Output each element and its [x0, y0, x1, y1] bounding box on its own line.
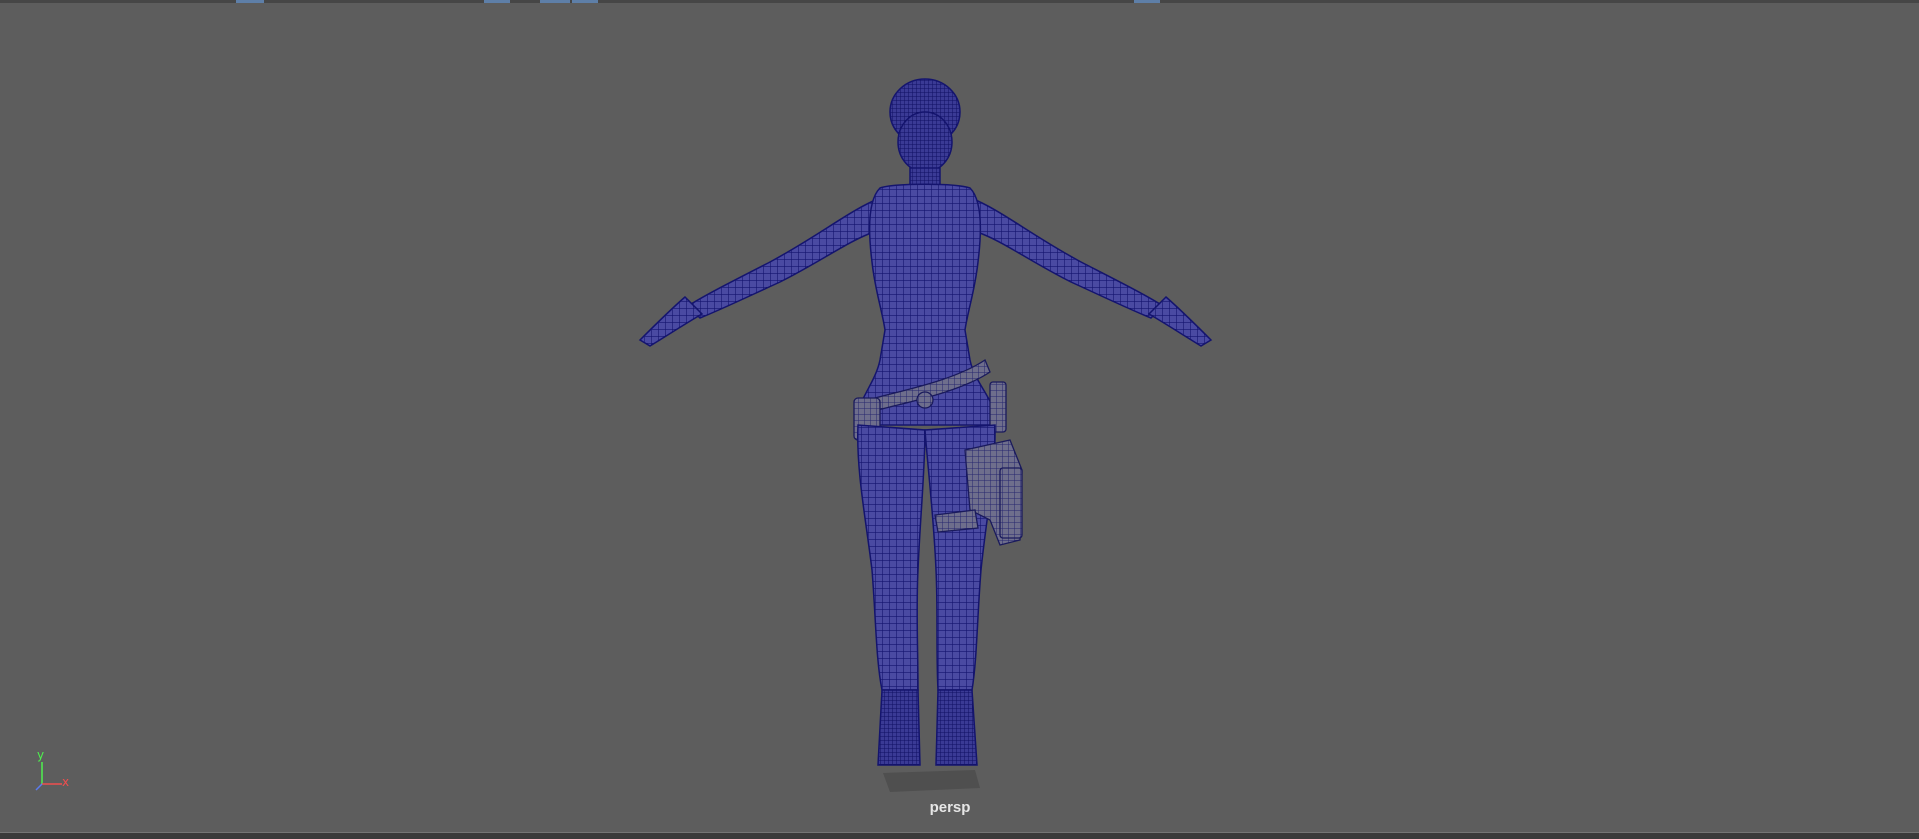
axis-x-label: x — [62, 775, 70, 789]
perspective-viewport[interactable]: persp y x — [0, 0, 1919, 839]
viewport-bottom-border — [0, 832, 1919, 839]
ground-shadow — [883, 770, 980, 792]
left-leg — [856, 424, 926, 766]
head — [889, 78, 961, 189]
axis-gizmo: y x — [30, 748, 80, 798]
right-arm — [970, 196, 1213, 347]
character-wireframe-model[interactable] — [0, 0, 1919, 839]
axis-y-label: y — [37, 748, 45, 762]
camera-name-label: persp — [929, 799, 971, 816]
left-arm — [638, 196, 881, 347]
